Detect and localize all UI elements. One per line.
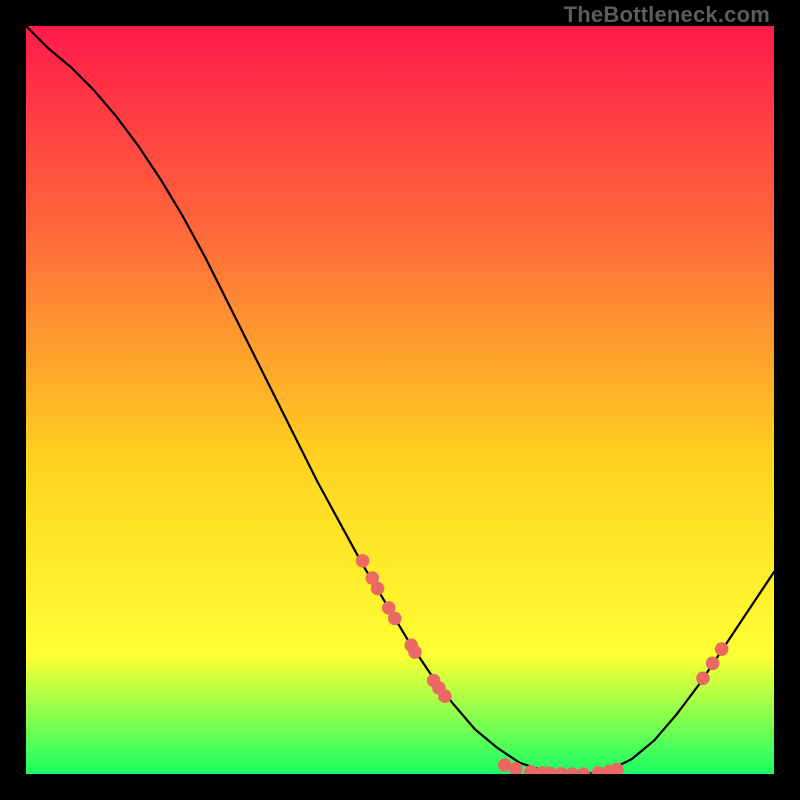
data-marker <box>371 582 385 596</box>
chart-frame <box>26 26 774 774</box>
data-marker <box>388 612 402 626</box>
data-marker <box>356 554 370 568</box>
data-marker <box>706 657 720 671</box>
gradient-background <box>26 26 774 774</box>
data-marker <box>408 645 422 659</box>
data-marker <box>696 671 710 685</box>
data-marker <box>438 689 452 703</box>
watermark-text: TheBottleneck.com <box>564 2 770 28</box>
data-marker <box>715 642 729 656</box>
chart-plot <box>26 26 774 774</box>
